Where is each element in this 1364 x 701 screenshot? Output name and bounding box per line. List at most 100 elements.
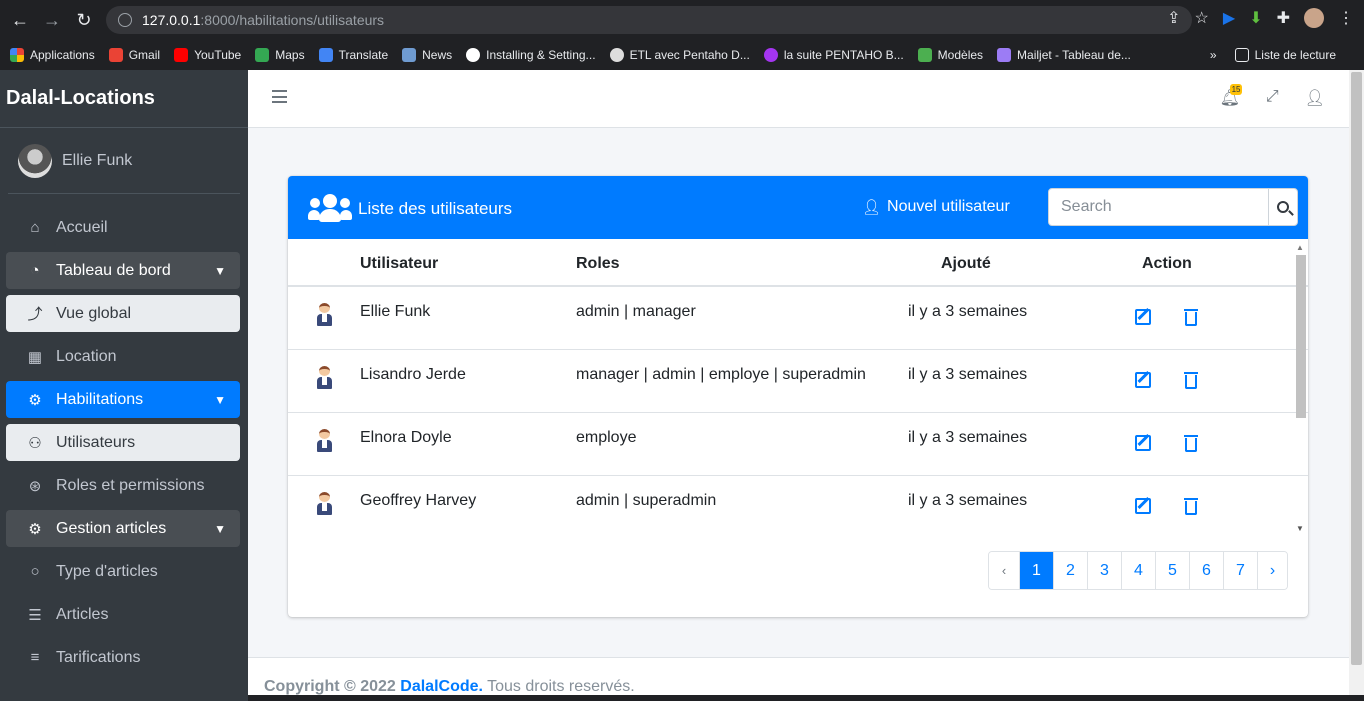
bookmark-news[interactable]: News [402,48,452,62]
page-5[interactable]: 5 [1155,552,1189,589]
footer-link[interactable]: DalalCode. [400,678,483,695]
circle-icon: ○ [30,563,40,580]
page-2[interactable]: 2 [1053,552,1087,589]
apps-icon [10,48,24,62]
delete-button[interactable] [1183,435,1201,453]
sidebar-item-label: Location [56,347,117,365]
news-icon [402,48,417,62]
info-icon[interactable] [118,13,132,27]
search-button[interactable] [1268,189,1297,225]
sidebar-item-habilitations[interactable]: ⚙ Habilitations ▼ [6,381,240,418]
edit-icon [1135,435,1151,451]
page-next[interactable]: › [1257,552,1287,589]
sidebar-item-gestion-articles[interactable]: ⚙ Gestion articles ▼ [6,510,240,547]
bookmark-translate[interactable]: Translate [318,48,389,62]
bookmark-gmail[interactable]: Gmail [108,48,160,62]
sidebar-item-type-articles[interactable]: ○ Type d'articles [6,553,240,590]
bookmark-applications[interactable]: Applications [10,48,95,62]
page-7[interactable]: 7 [1223,552,1257,589]
sidebar-item-articles[interactable]: ☰ Articles [6,596,240,633]
chevron-down-icon: ▼ [214,521,226,536]
sidebar-item-accueil[interactable]: ⌂ Accueil [6,209,240,246]
mailjet-icon [997,48,1012,62]
bookmark-etl[interactable]: ETL avec Pentaho D... [609,48,750,62]
bookmark-youtube[interactable]: YouTube [174,48,241,62]
sidebar-item-utilisateurs[interactable]: ⚇ Utilisateurs [6,424,240,461]
sidebar-user-panel[interactable]: Ellie Funk [8,128,240,194]
user-roles: admin | superadmin [576,492,717,509]
page-prev[interactable]: ‹ [989,552,1019,589]
bookmark-maps[interactable]: Maps [255,48,305,62]
edit-button[interactable] [1135,309,1153,327]
user-avatar-icon [315,303,333,327]
cogs-icon: ⚙ [28,520,42,538]
page-scroll-thumb[interactable] [1351,72,1362,665]
delete-button[interactable] [1183,372,1201,390]
bell-icon[interactable]: 🔔︎ 15 [1220,84,1243,108]
trash-icon [1184,309,1198,326]
new-user-button[interactable]: 👤︎ Nouvel utilisateur [862,198,1010,216]
share-icon[interactable]: ⇪ [1167,8,1180,28]
user-avatar-icon [315,366,333,390]
bookmark-label: News [422,48,453,62]
reload-icon[interactable]: ↻ [68,4,100,36]
delete-button[interactable] [1183,498,1201,516]
edit-button[interactable] [1135,498,1153,516]
bookmark-label: Translate [338,48,389,62]
bookmark-mailjet[interactable]: Mailjet - Tableau de... [997,48,1131,62]
brand-link[interactable]: Dalal-Locations [0,70,248,128]
trash-icon [1184,498,1198,515]
symfony-icon [466,48,481,62]
user-icon[interactable]: 👤︎ [1305,88,1325,108]
header-user: Utilisateur [360,255,439,272]
table-scrollbar[interactable]: ▲ ▼ [1292,239,1308,539]
profile-icon[interactable] [1304,8,1324,28]
download-extension-icon[interactable]: ⬇ [1249,8,1262,28]
sidebar-item-vue-global[interactable]: ⤴ Vue global [6,295,240,332]
page-scrollbar[interactable] [1349,70,1364,695]
delete-button[interactable] [1183,309,1201,327]
fullscreen-icon[interactable]: ⤢ [1266,88,1279,108]
edit-icon [1135,372,1151,388]
sidebar-item-tableau-de-bord[interactable]: ◔ Tableau de bord ▼ [6,252,240,289]
page-1[interactable]: 1 [1019,552,1053,589]
user-name: Geoffrey Harvey [360,492,477,509]
sidebar-item-roles-permissions[interactable]: ⊛ Roles et permissions [6,467,240,504]
sidebar-item-location[interactable]: ▦ Location [6,338,240,375]
scroll-down-icon[interactable]: ▼ [1296,524,1304,533]
forward-icon[interactable]: → [36,4,68,36]
reading-list[interactable]: Liste de lecture [1234,48,1336,62]
page-6[interactable]: 6 [1189,552,1223,589]
star-icon[interactable]: ☆ [1195,8,1209,28]
sidebar-item-tarifications[interactable]: ≡ Tarifications [6,639,240,676]
sidebar-item-label: Roles et permissions [56,476,205,494]
address-bar[interactable]: 127.0.0.1:8000/habilitations/utilisateur… [106,6,1192,34]
back-icon[interactable]: ← [4,4,36,36]
edit-button[interactable] [1135,435,1153,453]
bookmark-label: Installing & Setting... [486,48,596,62]
building-icon: ▦ [27,348,43,366]
dashboard-icon: ◔ [30,262,40,279]
table-row: Elnora Doyle employe il y a 3 semaines [288,413,1308,476]
user-roles: admin | manager [576,303,696,320]
scroll-thumb[interactable] [1296,255,1306,418]
puzzle-icon[interactable]: ✚ [1277,8,1290,28]
leaf-icon [917,48,932,62]
youtube-icon [174,48,189,62]
bookmarks-more-icon[interactable]: » [1210,48,1217,62]
bookmark-label: ETL avec Pentaho D... [629,48,750,62]
bookmark-modeles[interactable]: Modèles [917,48,983,62]
scroll-up-icon[interactable]: ▲ [1296,243,1304,252]
page-3[interactable]: 3 [1087,552,1121,589]
page-4[interactable]: 4 [1121,552,1155,589]
edit-button[interactable] [1135,372,1153,390]
extension-icon[interactable]: ▶ [1223,8,1235,28]
bookmark-label: YouTube [194,48,242,62]
search-input[interactable] [1049,189,1268,225]
card-title: Liste des utilisateurs [358,199,513,218]
menu-icon[interactable]: ⋮ [1338,8,1354,28]
bookmark-pentaho[interactable]: la suite PENTAHO B... [763,48,904,62]
bookmarks-bar: Applications Gmail YouTube Maps Translat… [0,40,1364,70]
bookmark-installing[interactable]: Installing & Setting... [466,48,596,62]
hamburger-menu-icon[interactable] [272,90,287,103]
